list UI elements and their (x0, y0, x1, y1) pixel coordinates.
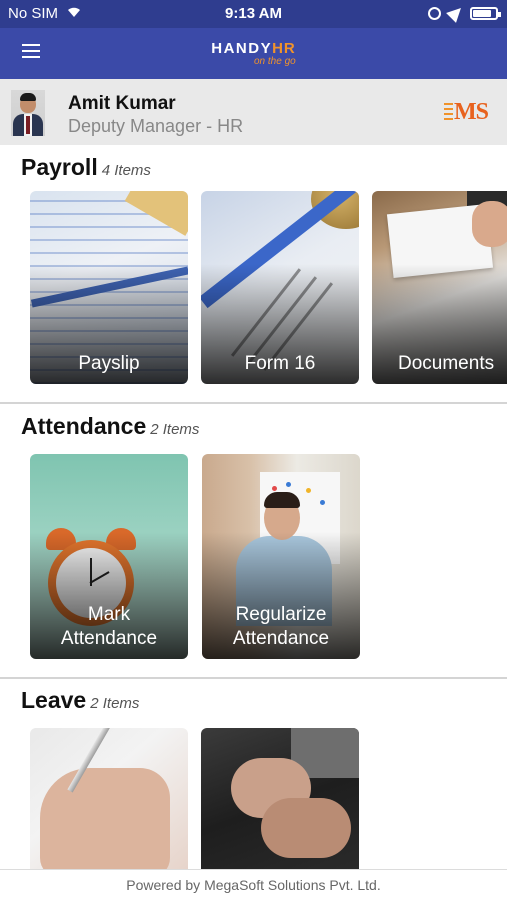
leave-apply-card[interactable] (30, 728, 188, 878)
user-profile-bar[interactable]: Amit Kumar Deputy Manager - HR MS (0, 79, 507, 145)
mark-attendance-card[interactable]: Mark Attendance (30, 454, 188, 659)
section-title-leave: Leave 2 Items (21, 687, 139, 714)
item-count: 4 Items (101, 162, 151, 179)
section-title-payroll: Payroll 4 Items (21, 154, 151, 181)
brand-primary: HANDY (211, 40, 273, 57)
form16-card[interactable]: Form 16 (201, 191, 359, 384)
section-title: Leave (21, 687, 87, 713)
card-label: Documents (398, 353, 495, 374)
section-title-attendance: Attendance 2 Items (21, 413, 199, 440)
company-logo-text: MS (454, 99, 489, 125)
card-label: Payslip (78, 353, 140, 374)
section-divider (0, 677, 507, 679)
app-header: No SIM 9:13 AM HANDYHR on the go (0, 0, 507, 79)
company-logo: MS (444, 99, 489, 127)
leave-status-card[interactable] (201, 728, 359, 878)
card-label: Regularize Attendance (232, 604, 330, 649)
regularize-attendance-card[interactable]: Regularize Attendance (202, 454, 360, 659)
battery-icon (470, 7, 501, 20)
card-label: Mark Attendance (60, 604, 158, 649)
section-divider (0, 402, 507, 404)
brand-tagline: on the go (254, 56, 296, 67)
status-bar: No SIM 9:13 AM (0, 0, 507, 28)
documents-card[interactable]: Documents (372, 191, 507, 384)
payslip-card[interactable]: Payslip (30, 191, 188, 384)
item-count: 2 Items (90, 695, 140, 712)
card-label: Form 16 (244, 353, 316, 374)
avatar[interactable] (11, 90, 45, 136)
item-count: 2 Items (150, 421, 200, 438)
user-role: Deputy Manager - HR (68, 116, 244, 136)
user-name: Amit Kumar (68, 93, 176, 114)
footer-powered-by: Powered by MegaSoft Solutions Pvt. Ltd. (0, 869, 507, 900)
app-logo: HANDYHR on the go (0, 40, 507, 67)
section-title: Attendance (21, 413, 147, 439)
brand-accent: HR (272, 40, 296, 57)
section-title: Payroll (21, 154, 98, 180)
rotation-lock-icon (428, 7, 441, 20)
